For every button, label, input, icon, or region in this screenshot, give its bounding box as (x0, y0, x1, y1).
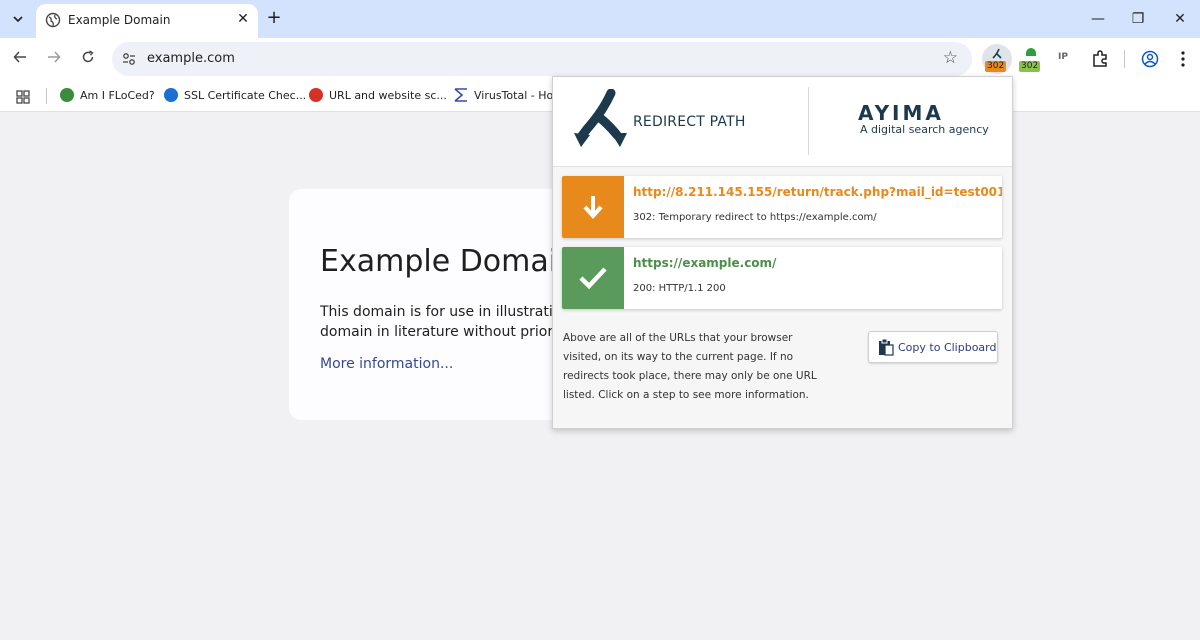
page-text-line: This domain is for use in illustrative (320, 304, 570, 320)
bookmark-label: Am I FLoCed? (80, 88, 155, 102)
floc-icon (60, 88, 74, 102)
step-url: https://example.com/ (633, 256, 777, 270)
redirect-path-extension-button[interactable]: 302 (982, 44, 1012, 74)
bookmark-star-icon[interactable]: ☆ (943, 48, 958, 68)
bookmark-item[interactable]: URL and website sc... (309, 88, 447, 102)
profile-avatar-icon[interactable] (1135, 44, 1165, 74)
address-bar[interactable]: example.com ☆ (112, 42, 972, 76)
bookmark-label: SSL Certificate Chec... (184, 88, 307, 102)
copy-button-label: Copy to Clipboard (898, 340, 997, 354)
bookmarks-divider (46, 88, 47, 104)
toolbar-divider (1124, 50, 1125, 68)
ip-label: IP (1058, 52, 1068, 62)
redirect-path-icon (992, 48, 1002, 59)
step-status: 302: Temporary redirect to https://examp… (633, 212, 877, 223)
apps-grid-icon[interactable] (16, 89, 30, 108)
bookmark-label: VirusTotal - Hor (474, 88, 558, 102)
tab-strip: Example Domain ✕ + — ❐ ✕ (0, 0, 1200, 38)
help-note: Above are all of the URLs that your brow… (563, 332, 817, 401)
status-icon (1026, 48, 1036, 56)
more-information-link[interactable]: More information... (320, 356, 453, 372)
tab-close-icon[interactable]: ✕ (234, 10, 252, 28)
copy-to-clipboard-button[interactable]: Copy to Clipboard (868, 331, 998, 363)
reload-icon[interactable] (77, 48, 99, 70)
step-status: 200: HTTP/1.1 200 (633, 283, 726, 294)
page-body-text: This domain is for use in illustrative d… (320, 302, 570, 342)
globe-icon (45, 12, 61, 28)
page-text-line: domain in literature without prior c (320, 324, 566, 340)
bookmark-item[interactable]: SSL Certificate Chec... (164, 88, 306, 102)
back-arrow-icon[interactable] (9, 48, 31, 70)
ip-extension-button[interactable]: IP (1052, 44, 1082, 74)
close-window-button[interactable]: ✕ (1168, 8, 1192, 30)
site-info-icon[interactable] (122, 52, 136, 66)
minimize-button[interactable]: — (1086, 8, 1110, 30)
extension-badge: 302 (1019, 61, 1041, 72)
step-url: http://8.211.145.155/return/track.php?ma… (633, 185, 1002, 199)
ayima-tagline: A digital search agency (860, 123, 989, 136)
bookmark-item[interactable]: Am I FLoCed? (60, 88, 155, 102)
tab-search-chevron-icon[interactable] (6, 7, 30, 31)
redirect-step[interactable]: http://8.211.145.155/return/track.php?ma… (562, 176, 1002, 238)
virustotal-icon (454, 88, 467, 102)
redirect-path-logo-icon (574, 89, 627, 147)
restore-button[interactable]: ❐ (1126, 8, 1150, 30)
bookmark-label: URL and website sc... (329, 88, 447, 102)
forward-arrow-icon[interactable] (43, 48, 65, 70)
redirect-path-popup: REDIRECT PATH AYIMA A digital search age… (552, 76, 1013, 429)
active-tab[interactable]: Example Domain ✕ (36, 4, 258, 38)
tab-title: Example Domain (68, 13, 171, 27)
toolbar: example.com ☆ 302 302 IP (0, 38, 1200, 80)
clipboard-icon (879, 338, 894, 356)
url-text: example.com (147, 51, 235, 66)
page-title: Example Domain (320, 244, 577, 279)
menu-kebab-icon[interactable] (1168, 44, 1198, 74)
status-extension-button[interactable]: 302 (1016, 44, 1046, 74)
redirect-step[interactable]: https://example.com/ 200: HTTP/1.1 200 (562, 247, 1002, 309)
header-divider (808, 87, 809, 155)
ssl-d-icon (164, 88, 178, 102)
bookmark-item[interactable]: VirusTotal - Hor (454, 88, 558, 102)
redirect-path-title: REDIRECT PATH (633, 114, 746, 130)
extensions-puzzle-icon[interactable] (1085, 44, 1115, 74)
new-tab-button[interactable]: + (264, 8, 284, 28)
checkmark-icon (562, 247, 624, 309)
ayima-logo[interactable]: AYIMA (858, 101, 944, 125)
extension-badge: 302 (985, 61, 1007, 72)
popup-header: REDIRECT PATH AYIMA A digital search age… (553, 77, 1012, 167)
down-arrow-icon (562, 176, 624, 238)
urlscan-icon (309, 88, 323, 102)
